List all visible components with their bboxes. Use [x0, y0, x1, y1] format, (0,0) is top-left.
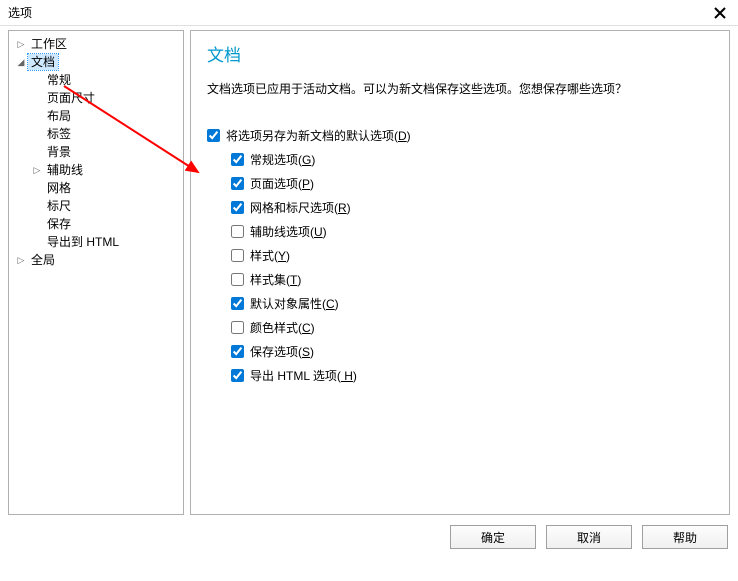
chevron-right-icon[interactable]: ▷ [31, 164, 43, 176]
tree-item-10[interactable]: 保存 [9, 215, 183, 233]
tree-spacer [31, 146, 43, 158]
sidebar-tree[interactable]: ▷工作区◢文档常规页面尺寸布局标签背景▷辅助线网格标尺保存导出到 HTML▷全局 [8, 30, 184, 515]
tree-item-3[interactable]: 页面尺寸 [9, 89, 183, 107]
checkbox-row-opt-5: 样式集(T) [231, 268, 713, 290]
checkbox-label: 颜色样式(C) [250, 319, 315, 336]
checkbox-label: 常规选项(G) [250, 151, 315, 168]
checkbox-row-opt-6: 默认对象属性(C) [231, 292, 713, 314]
chevron-down-icon[interactable]: ◢ [15, 56, 27, 68]
titlebar: 选项 [0, 0, 738, 26]
tree-item-label: 导出到 HTML [44, 234, 122, 250]
checkbox-row-opt-9: 导出 HTML 选项( H) [231, 364, 713, 386]
checkbox-opt-8[interactable] [231, 345, 244, 358]
checkbox-opt-9[interactable] [231, 369, 244, 382]
cancel-button[interactable]: 取消 [546, 525, 632, 549]
tree-item-label: 布局 [44, 108, 74, 124]
tree-item-label: 标尺 [44, 198, 74, 214]
tree-item-label: 辅助线 [44, 162, 86, 178]
tree-item-label: 全局 [28, 252, 58, 268]
checkbox-opt-2[interactable] [231, 201, 244, 214]
tree-spacer [31, 110, 43, 122]
tree-spacer [31, 92, 43, 104]
chevron-right-icon[interactable]: ▷ [15, 38, 27, 50]
checkbox-label: 默认对象属性(C) [250, 295, 339, 312]
tree-item-label: 工作区 [28, 36, 70, 52]
checkbox-opt-1[interactable] [231, 177, 244, 190]
chevron-right-icon[interactable]: ▷ [15, 254, 27, 266]
checkbox-row-opt-7: 颜色样式(C) [231, 316, 713, 338]
tree-item-8[interactable]: 网格 [9, 179, 183, 197]
checkbox-label: 导出 HTML 选项( H) [250, 367, 357, 384]
checkbox-row-opt-4: 样式(Y) [231, 244, 713, 266]
checkbox-row-master: 将选项另存为新文档的默认选项(D) [207, 124, 713, 146]
checkbox-opt-6[interactable] [231, 297, 244, 310]
help-button[interactable]: 帮助 [642, 525, 728, 549]
checkbox-label: 将选项另存为新文档的默认选项(D) [226, 127, 411, 144]
tree-item-1[interactable]: ◢文档 [9, 53, 183, 71]
close-icon[interactable] [710, 3, 730, 23]
checkbox-row-opt-8: 保存选项(S) [231, 340, 713, 362]
window-title: 选项 [8, 4, 32, 21]
tree-spacer [31, 182, 43, 194]
checkbox-row-opt-0: 常规选项(G) [231, 148, 713, 170]
tree-item-label: 网格 [44, 180, 74, 196]
tree-item-label: 标签 [44, 126, 74, 142]
checkbox-label: 保存选项(S) [250, 343, 314, 360]
checkbox-master[interactable] [207, 129, 220, 142]
tree-item-11[interactable]: 导出到 HTML [9, 233, 183, 251]
tree-spacer [31, 128, 43, 140]
panel-title: 文档 [207, 41, 713, 66]
checkbox-opt-4[interactable] [231, 249, 244, 262]
checkbox-opt-7[interactable] [231, 321, 244, 334]
tree-item-5[interactable]: 标签 [9, 125, 183, 143]
checkbox-opt-5[interactable] [231, 273, 244, 286]
tree-item-label: 保存 [44, 216, 74, 232]
tree-item-7[interactable]: ▷辅助线 [9, 161, 183, 179]
checkbox-row-opt-2: 网格和标尺选项(R) [231, 196, 713, 218]
tree-item-label: 常规 [44, 72, 74, 88]
tree-spacer [31, 236, 43, 248]
tree-spacer [31, 74, 43, 86]
checkbox-label: 网格和标尺选项(R) [250, 199, 351, 216]
tree-item-label: 页面尺寸 [44, 90, 98, 106]
tree-item-label: 文档 [28, 54, 58, 70]
checkbox-opt-0[interactable] [231, 153, 244, 166]
checkbox-row-opt-3: 辅助线选项(U) [231, 220, 713, 242]
tree-item-label: 背景 [44, 144, 74, 160]
tree-item-12[interactable]: ▷全局 [9, 251, 183, 269]
main-panel: 文档 文档选项已应用于活动文档。可以为新文档保存这些选项。您想保存哪些选项？ 将… [190, 30, 730, 515]
checkbox-label: 样式(Y) [250, 247, 290, 264]
tree-item-2[interactable]: 常规 [9, 71, 183, 89]
content-area: ▷工作区◢文档常规页面尺寸布局标签背景▷辅助线网格标尺保存导出到 HTML▷全局… [8, 30, 730, 515]
tree-item-6[interactable]: 背景 [9, 143, 183, 161]
tree-item-0[interactable]: ▷工作区 [9, 35, 183, 53]
tree-spacer [31, 218, 43, 230]
ok-button[interactable]: 确定 [450, 525, 536, 549]
panel-description: 文档选项已应用于活动文档。可以为新文档保存这些选项。您想保存哪些选项？ [207, 80, 713, 98]
checkbox-label: 样式集(T) [250, 271, 301, 288]
checkbox-row-opt-1: 页面选项(P) [231, 172, 713, 194]
tree-item-9[interactable]: 标尺 [9, 197, 183, 215]
checkbox-label: 辅助线选项(U) [250, 223, 327, 240]
checkbox-label: 页面选项(P) [250, 175, 314, 192]
tree-item-4[interactable]: 布局 [9, 107, 183, 125]
checkbox-opt-3[interactable] [231, 225, 244, 238]
tree-spacer [31, 200, 43, 212]
button-bar: 确定 取消 帮助 [450, 525, 728, 549]
